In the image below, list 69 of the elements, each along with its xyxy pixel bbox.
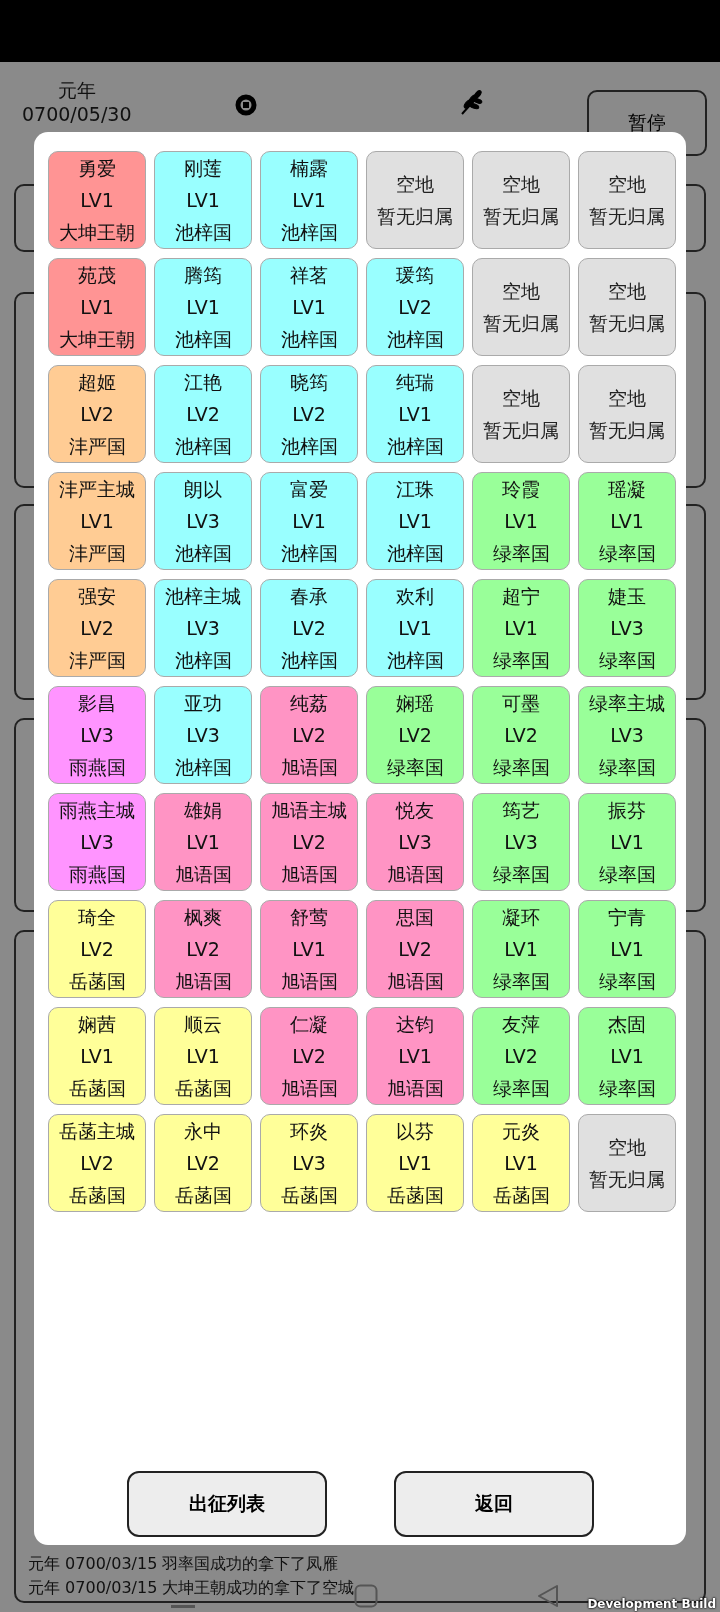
- territory-tile[interactable]: 亚功 LV3 池梓国: [154, 686, 252, 784]
- expedition-list-button[interactable]: 出征列表: [126, 1471, 327, 1537]
- territory-tile[interactable]: 晓筠 LV2 池梓国: [260, 365, 358, 463]
- territory-tile[interactable]: 江珠 LV1 池梓国: [366, 472, 464, 570]
- territory-tile[interactable]: 舒莺 LV1 旭语国: [260, 900, 358, 998]
- territory-tile[interactable]: 婕玉 LV3 绿率国: [578, 579, 676, 677]
- territory-tile[interactable]: 宁青 LV1 绿率国: [578, 900, 676, 998]
- log-line: 元年 0700/03/15 大坤王朝成功的拿下了空城: [28, 1577, 355, 1599]
- territory-tile[interactable]: 悦友 LV3 旭语国: [366, 793, 464, 891]
- territory-tile[interactable]: 空地 暂无归属: [472, 258, 570, 356]
- territory-tile[interactable]: 超宁 LV1 绿率国: [472, 579, 570, 677]
- territory-tile[interactable]: 琦全 LV2 岳菡国: [48, 900, 146, 998]
- territory-tile[interactable]: 春承 LV2 池梓国: [260, 579, 358, 677]
- territory-tile[interactable]: 影昌 LV3 雨燕国: [48, 686, 146, 784]
- territory-tile[interactable]: 池梓主城 LV3 池梓国: [154, 579, 252, 677]
- territory-tile[interactable]: 超姬 LV2 沣严国: [48, 365, 146, 463]
- territory-tile[interactable]: 空地 暂无归属: [578, 151, 676, 249]
- territory-tile[interactable]: 娴瑶 LV2 绿率国: [366, 686, 464, 784]
- territory-tile[interactable]: 元炎 LV1 岳菡国: [472, 1114, 570, 1212]
- territory-tile[interactable]: 雄娟 LV1 旭语国: [154, 793, 252, 891]
- territory-tile[interactable]: 刚莲 LV1 池梓国: [154, 151, 252, 249]
- territory-tile[interactable]: 岳菡主城 LV2 岳菡国: [48, 1114, 146, 1212]
- territory-tile[interactable]: 勇爱 LV1 大坤王朝: [48, 151, 146, 249]
- territory-tile[interactable]: 纯荔 LV2 旭语国: [260, 686, 358, 784]
- territory-tile[interactable]: 空地 暂无归属: [578, 365, 676, 463]
- era-label: 元年: [57, 78, 96, 102]
- territory-tile[interactable]: 欢利 LV1 池梓国: [366, 579, 464, 677]
- territory-tile[interactable]: 枫爽 LV2 旭语国: [154, 900, 252, 998]
- territory-tile[interactable]: 筠艺 LV3 绿率国: [472, 793, 570, 891]
- date-label: 0700/05/30: [22, 102, 132, 126]
- territory-tile[interactable]: 瑗筠 LV2 池梓国: [366, 258, 464, 356]
- territory-tile[interactable]: 空地 暂无归属: [366, 151, 464, 249]
- territory-tile[interactable]: 朗以 LV3 池梓国: [154, 472, 252, 570]
- territory-tile[interactable]: 振芬 LV1 绿率国: [578, 793, 676, 891]
- back-icon[interactable]: [536, 1584, 560, 1608]
- territory-tile[interactable]: 空地 暂无归属: [578, 258, 676, 356]
- territory-tile[interactable]: 江艳 LV2 池梓国: [154, 365, 252, 463]
- territory-tile[interactable]: 环炎 LV3 岳菡国: [260, 1114, 358, 1212]
- territory-tile[interactable]: 顺云 LV1 岳菡国: [154, 1007, 252, 1105]
- territory-tile[interactable]: 强安 LV2 沣严国: [48, 579, 146, 677]
- territory-tile[interactable]: 可墨 LV2 绿率国: [472, 686, 570, 784]
- territory-tile[interactable]: 空地 暂无归属: [472, 365, 570, 463]
- territory-tile[interactable]: 雨燕主城 LV3 雨燕国: [48, 793, 146, 891]
- territory-tile[interactable]: 富爱 LV1 池梓国: [260, 472, 358, 570]
- territory-tile[interactable]: 腾筠 LV1 池梓国: [154, 258, 252, 356]
- territory-tile[interactable]: 楠露 LV1 池梓国: [260, 151, 358, 249]
- home-icon[interactable]: [354, 1584, 378, 1608]
- territory-tile[interactable]: 空地 暂无归属: [472, 151, 570, 249]
- territory-tile[interactable]: 凝环 LV1 绿率国: [472, 900, 570, 998]
- territory-tile[interactable]: 娴茜 LV1 岳菡国: [48, 1007, 146, 1105]
- back-button[interactable]: 返回: [393, 1471, 594, 1537]
- territory-tile[interactable]: 杰固 LV1 绿率国: [578, 1007, 676, 1105]
- territory-tile[interactable]: 苑茂 LV1 大坤王朝: [48, 258, 146, 356]
- territory-tile[interactable]: 旭语主城 LV2 旭语国: [260, 793, 358, 891]
- territory-tile[interactable]: 达钧 LV1 旭语国: [366, 1007, 464, 1105]
- territory-tile[interactable]: 玲霞 LV1 绿率国: [472, 472, 570, 570]
- territory-tile[interactable]: 永中 LV2 岳菡国: [154, 1114, 252, 1212]
- territory-tile[interactable]: 空地 暂无归属: [578, 1114, 676, 1212]
- territory-tile[interactable]: 思国 LV2 旭语国: [366, 900, 464, 998]
- coin-icon: [235, 94, 257, 116]
- territory-tile[interactable]: 纯瑞 LV1 池梓国: [366, 365, 464, 463]
- territory-tile[interactable]: 仁凝 LV2 旭语国: [260, 1007, 358, 1105]
- territory-tile[interactable]: 友萍 LV2 绿率国: [472, 1007, 570, 1105]
- territory-tile[interactable]: 绿率主城 LV3 绿率国: [578, 686, 676, 784]
- log-line: 元年 0700/03/15 羽率国成功的拿下了凤雁: [28, 1553, 339, 1575]
- territory-tile[interactable]: 祥茗 LV1 池梓国: [260, 258, 358, 356]
- territory-tile[interactable]: 以芬 LV1 岳菡国: [366, 1114, 464, 1212]
- territory-tile[interactable]: 瑶凝 LV1 绿率国: [578, 472, 676, 570]
- territory-tile[interactable]: 沣严主城 LV1 沣严国: [48, 472, 146, 570]
